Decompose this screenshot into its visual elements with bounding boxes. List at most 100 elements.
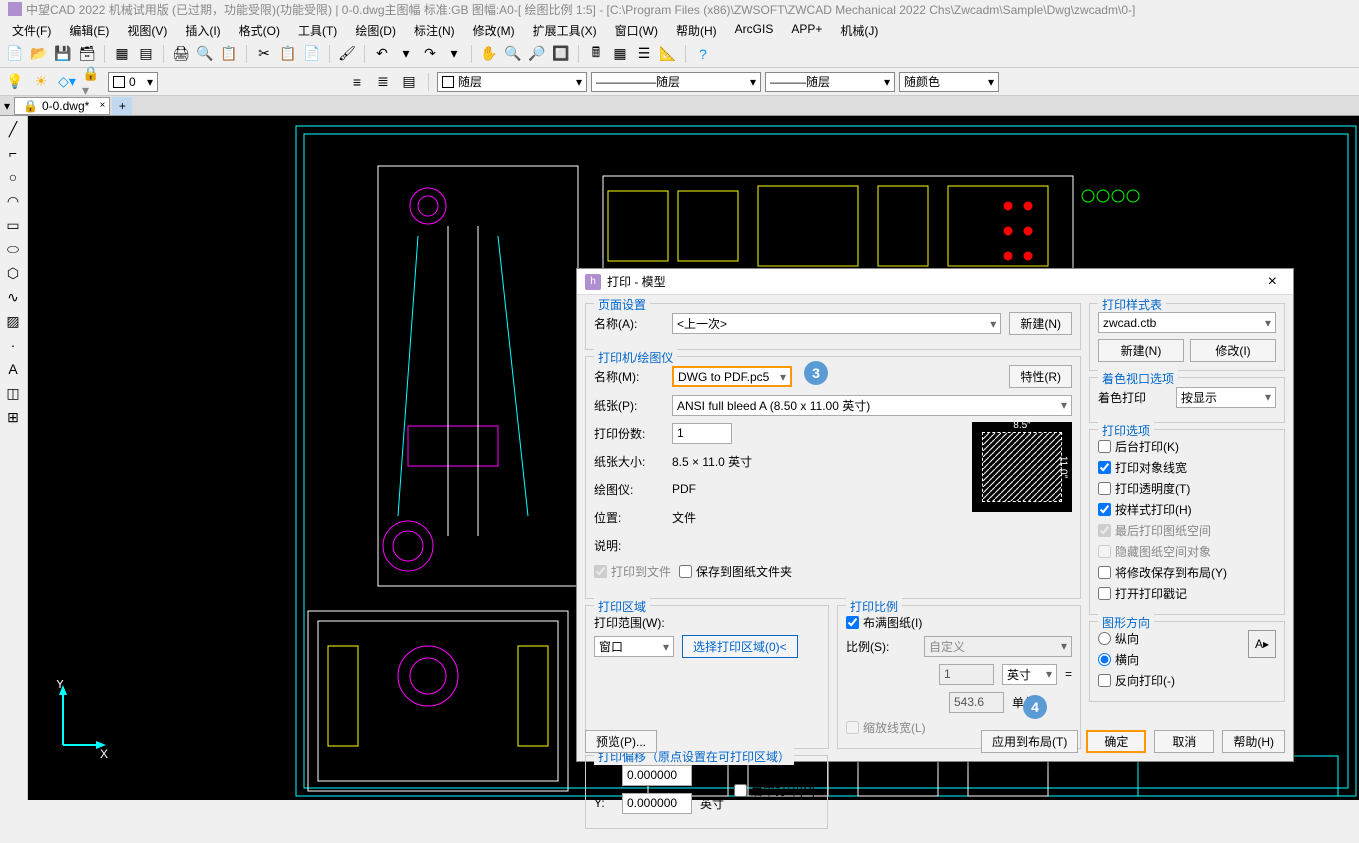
sun-icon[interactable]: ☀	[30, 71, 52, 93]
reverse-check[interactable]	[1098, 674, 1111, 687]
print-icon[interactable]: 🖨	[170, 43, 192, 65]
preview-icon[interactable]: 🔍	[194, 43, 216, 65]
close-tab-icon[interactable]: ×	[99, 100, 105, 111]
opt-check-3[interactable]	[1098, 503, 1111, 516]
help-icon[interactable]: ?	[692, 43, 714, 65]
light-icon[interactable]: 💡	[4, 71, 26, 93]
copies-input[interactable]	[672, 423, 732, 444]
calc-icon[interactable]: 🖩	[585, 43, 607, 65]
redo-drop-icon[interactable]: ▾	[443, 43, 465, 65]
menu-帮助(H)[interactable]: 帮助(H)	[668, 20, 725, 38]
close-icon[interactable]: ×	[1260, 273, 1285, 291]
props-icon[interactable]: ☰	[633, 43, 655, 65]
arc-tool-icon[interactable]: ◠	[2, 190, 24, 212]
publish-icon[interactable]: 📋	[218, 43, 240, 65]
landscape-radio[interactable]	[1098, 653, 1111, 666]
file-tab[interactable]: 🔒 0-0.dwg* ×	[14, 97, 110, 115]
ellipse-tool-icon[interactable]: ⬭	[2, 238, 24, 260]
layer-combo-3[interactable]: ——— 随层	[765, 72, 895, 92]
offset-y-input[interactable]	[622, 793, 692, 814]
cut-icon[interactable]: ✂	[253, 43, 275, 65]
copy-icon[interactable]: 📋	[277, 43, 299, 65]
paste-icon[interactable]: 📄	[301, 43, 323, 65]
menu-绘图(D)[interactable]: 绘图(D)	[347, 20, 404, 38]
save-folder-check[interactable]	[679, 565, 692, 578]
tab-drop-icon[interactable]: ▾	[0, 99, 14, 113]
table-tool-icon[interactable]: ⊞	[2, 406, 24, 428]
apply-button[interactable]: 应用到布局(T)	[981, 730, 1078, 753]
opt-check-6[interactable]	[1098, 566, 1111, 579]
preview-button[interactable]: 预览(P)...	[585, 730, 657, 753]
menu-ArcGIS[interactable]: ArcGIS	[727, 20, 782, 38]
shade-combo[interactable]: 按显示	[1176, 387, 1276, 408]
layer-combo-2[interactable]: ————— 随层	[591, 72, 761, 92]
menu-标注(N)[interactable]: 标注(N)	[406, 20, 463, 38]
zoom-win-icon[interactable]: 🔲	[550, 43, 572, 65]
layer-combo-4[interactable]: 随颜色	[899, 72, 999, 92]
zoom-icon[interactable]: 🔍	[502, 43, 524, 65]
menu-机械(J)[interactable]: 机械(J)	[832, 20, 886, 38]
menu-编辑(E)[interactable]: 编辑(E)	[61, 20, 117, 38]
pline-tool-icon[interactable]: ⌐	[2, 142, 24, 164]
paper-combo[interactable]: ANSI full bleed A (8.50 x 11.00 英寸)	[672, 395, 1072, 416]
linetype3-icon[interactable]: ▤	[398, 71, 420, 93]
menu-修改(M)[interactable]: 修改(M)	[465, 20, 523, 38]
undo-drop-icon[interactable]: ▾	[395, 43, 417, 65]
design-icon[interactable]: 📐	[657, 43, 679, 65]
line-tool-icon[interactable]: ╱	[2, 118, 24, 140]
linetype-icon[interactable]: ≡	[346, 71, 368, 93]
spline-tool-icon[interactable]: ∿	[2, 286, 24, 308]
circle-tool-icon[interactable]: ○	[2, 166, 24, 188]
printer-name-combo[interactable]: DWG to PDF.pc5	[672, 366, 792, 387]
menu-工具(T)[interactable]: 工具(T)	[290, 20, 345, 38]
text-tool-icon[interactable]: A	[2, 358, 24, 380]
pan-icon[interactable]: ✋	[478, 43, 500, 65]
menu-APP+[interactable]: APP+	[783, 20, 830, 38]
color-combo[interactable]: 0	[108, 72, 158, 92]
layout2-icon[interactable]: ▤	[135, 43, 157, 65]
help-button[interactable]: 帮助(H)	[1222, 730, 1285, 753]
menu-文件(F)[interactable]: 文件(F)	[4, 20, 59, 38]
cancel-button[interactable]: 取消	[1154, 730, 1214, 753]
fit-check[interactable]	[846, 616, 859, 629]
ok-button[interactable]: 确定	[1086, 730, 1146, 753]
menu-窗口(W)[interactable]: 窗口(W)	[607, 20, 666, 38]
opt-check-0[interactable]	[1098, 440, 1111, 453]
style-new-button[interactable]: 新建(N)	[1098, 339, 1184, 362]
lock-icon[interactable]: 🔒▾	[82, 71, 104, 93]
page-setup-combo[interactable]: <上一次>	[672, 313, 1001, 334]
grid-icon[interactable]: ▦	[609, 43, 631, 65]
opt-check-1[interactable]	[1098, 461, 1111, 474]
rect-tool-icon[interactable]: ▭	[2, 214, 24, 236]
open-icon[interactable]: 📂	[28, 43, 50, 65]
polygon-tool-icon[interactable]: ⬡	[2, 262, 24, 284]
zoom-ext-icon[interactable]: 🔎	[526, 43, 548, 65]
layer-icon[interactable]: ◇▾	[56, 71, 78, 93]
select-area-button[interactable]: 选择打印区域(0)<	[682, 635, 798, 658]
menu-扩展工具(X)[interactable]: 扩展工具(X)	[525, 20, 605, 38]
opt-check-2[interactable]	[1098, 482, 1111, 495]
add-tab-button[interactable]: +	[112, 97, 132, 115]
new-icon[interactable]: 📄	[4, 43, 26, 65]
style-edit-button[interactable]: 修改(I)	[1190, 339, 1276, 362]
saveall-icon[interactable]: 🗃	[76, 43, 98, 65]
match-icon[interactable]: 🖌	[336, 43, 358, 65]
undo-icon[interactable]: ↶	[371, 43, 393, 65]
new-setup-button[interactable]: 新建(N)	[1009, 312, 1072, 335]
center-check[interactable]	[734, 784, 747, 797]
menu-插入(I)[interactable]: 插入(I)	[177, 20, 228, 38]
hatch-tool-icon[interactable]: ▨	[2, 310, 24, 332]
menu-格式(O)[interactable]: 格式(O)	[231, 20, 288, 38]
scale-unit-combo[interactable]: 英寸	[1002, 664, 1057, 685]
block-tool-icon[interactable]: ◫	[2, 382, 24, 404]
redo-icon[interactable]: ↷	[419, 43, 441, 65]
portrait-radio[interactable]	[1098, 632, 1111, 645]
menu-视图(V)[interactable]: 视图(V)	[119, 20, 175, 38]
opt-check-7[interactable]	[1098, 587, 1111, 600]
save-icon[interactable]: 💾	[52, 43, 74, 65]
offset-x-input[interactable]	[622, 765, 692, 786]
range-combo[interactable]: 窗口	[594, 636, 674, 657]
point-tool-icon[interactable]: ·	[2, 334, 24, 356]
linetype2-icon[interactable]: ≣	[372, 71, 394, 93]
printer-props-button[interactable]: 特性(R)	[1009, 365, 1072, 388]
